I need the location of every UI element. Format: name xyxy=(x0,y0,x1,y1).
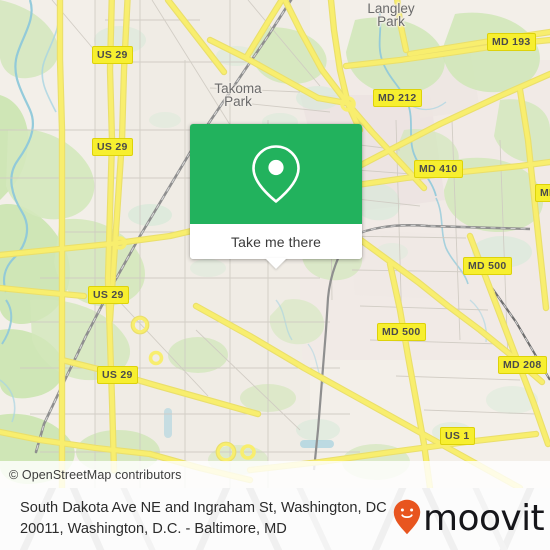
moovit-pin-icon xyxy=(393,499,421,540)
shield-md-208[interactable]: MD 208 xyxy=(498,356,547,374)
shield-us-29-lower[interactable]: US 29 xyxy=(88,286,129,304)
popup-pointer-tail xyxy=(265,258,287,269)
popup-image-area xyxy=(190,124,362,224)
osm-attribution-text[interactable]: © OpenStreetMap contributors xyxy=(9,468,182,482)
location-pin-icon xyxy=(250,143,302,205)
location-address-text: South Dakota Ave NE and Ingraham St, Was… xyxy=(20,500,387,537)
place-label-takoma-park: Takoma Park xyxy=(214,81,262,109)
shield-us-29-mid[interactable]: US 29 xyxy=(92,138,133,156)
moovit-logo[interactable]: moovit xyxy=(393,498,545,540)
shield-md-410[interactable]: MD 410 xyxy=(414,160,463,178)
shield-md-500-upper[interactable]: MD 500 xyxy=(463,257,512,275)
map-canvas[interactable]: Takoma Park Langley Park US 29 US 29 US 29… xyxy=(0,0,550,488)
moovit-wordmark: moovit xyxy=(423,498,545,539)
map-attribution-bar: © OpenStreetMap contributors xyxy=(0,461,550,488)
shield-us-29-bottom[interactable]: US 29 xyxy=(97,366,138,384)
take-me-there-button[interactable]: Take me there xyxy=(190,224,362,259)
shield-md-right-edge[interactable]: MD xyxy=(535,184,550,202)
shield-us-29-north[interactable]: US 29 xyxy=(92,46,133,64)
footer-bar: South Dakota Ave NE and Ingraham St, Was… xyxy=(0,488,550,550)
map-screenshot: Takoma Park Langley Park US 29 US 29 US 29… xyxy=(0,0,550,550)
place-label-langley-park: Langley Park xyxy=(367,1,415,29)
location-popup-card[interactable]: Take me there xyxy=(190,124,362,259)
shield-us-1[interactable]: US 1 xyxy=(440,427,475,445)
shield-md-193[interactable]: MD 193 xyxy=(487,33,536,51)
shield-md-500-lower[interactable]: MD 500 xyxy=(377,323,426,341)
shield-md-212[interactable]: MD 212 xyxy=(373,89,422,107)
